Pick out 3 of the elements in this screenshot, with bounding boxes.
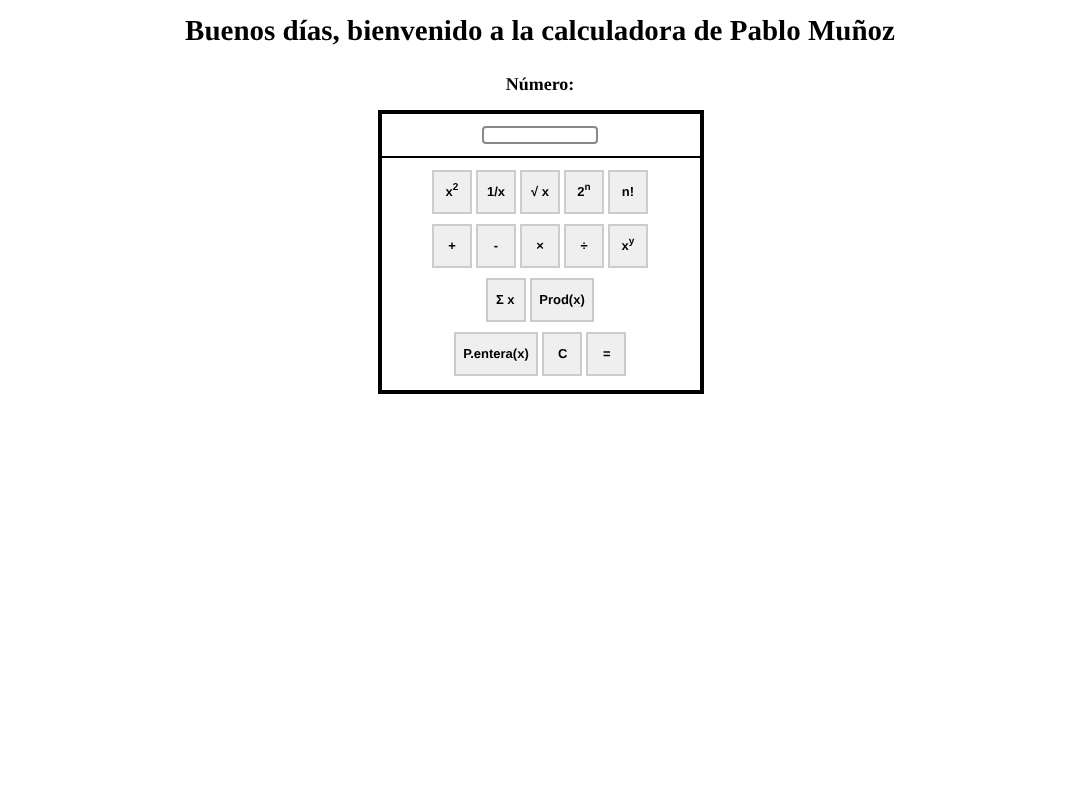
field-label: Número: [505,74,575,96]
number-field[interactable] [482,126,598,144]
page-title: Buenos días, bienvenido a la calculadora de Pablo Muñoz [185,16,895,50]
